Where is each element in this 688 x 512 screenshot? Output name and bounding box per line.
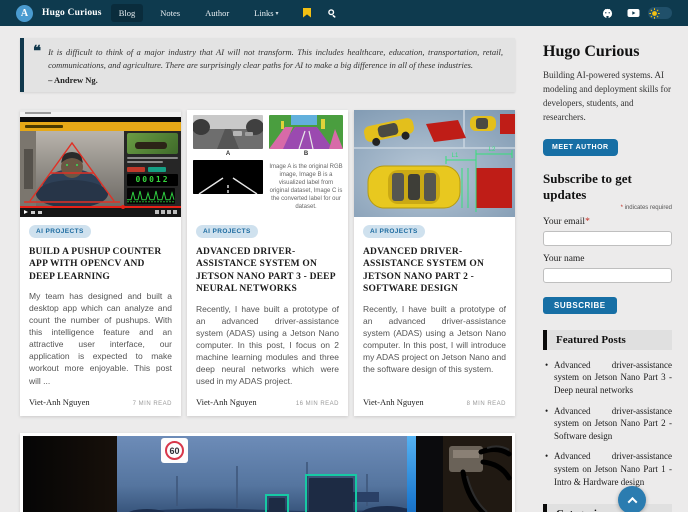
categories-heading: Categories — [543, 504, 672, 512]
nav-links-label: Links — [254, 8, 274, 18]
post-thumbnail-car-sim[interactable]: L1 L2 — [354, 109, 515, 217]
post-excerpt: Recently, I have built a prototype of an… — [363, 303, 506, 374]
quote-text: It is difficult to think of a major indu… — [48, 47, 503, 70]
site-logo[interactable]: A — [16, 4, 33, 22]
webcam-feed — [20, 130, 124, 209]
chevron-down-icon: ▾ — [275, 11, 279, 17]
featured-post-link[interactable]: Advanced driver-assistance system on Jet… — [545, 405, 672, 443]
email-label: Your email* — [543, 216, 590, 227]
led-light-strip — [407, 436, 416, 512]
quote-icon: ❝ — [33, 44, 42, 60]
post-title[interactable]: BUILD A PUSHUP COUNTER APP WITH OPENCV A… — [29, 246, 172, 284]
search-icon[interactable] — [327, 8, 337, 18]
sidebar-description: Building AI-powered systems. AI modeling… — [543, 70, 671, 122]
email-field[interactable] — [543, 230, 672, 246]
featured-posts-heading: Featured Posts — [543, 329, 672, 350]
read-time: 7 MIN READ — [132, 401, 172, 408]
top-navbar: A Hugo Curious Blog Notes Author Links ▾ — [0, 0, 688, 26]
post-thumbnail-dataset[interactable]: A B Image A is the original RGB image, I… — [187, 109, 348, 217]
sidebar: Hugo Curious Building AI-powered systems… — [543, 38, 672, 512]
theme-toggle[interactable] — [648, 7, 672, 19]
player-settings-icons[interactable] — [155, 210, 177, 214]
category-tag[interactable]: AI PROJECTS — [196, 224, 258, 238]
detection-box-car — [265, 494, 289, 512]
post-author: Viet-Anh Nguyen — [363, 397, 424, 408]
traffic-screen: 60 — [117, 436, 410, 512]
rgb-image — [193, 114, 263, 149]
sidebar-site-title: Hugo Curious — [543, 43, 640, 60]
featured-posts-list: Advanced driver-assistance system on Jet… — [545, 359, 672, 488]
speed-limit-value: 60 — [169, 445, 180, 456]
volume-icon[interactable] — [38, 210, 42, 214]
detection-box-truck — [305, 474, 357, 512]
post-excerpt: My team has designed and built a desktop… — [29, 291, 172, 386]
post-author: Viet-Anh Nguyen — [29, 397, 90, 408]
monitor-bezel — [23, 436, 117, 512]
post-thumbnail-traffic[interactable]: 60 — [23, 436, 512, 512]
post-title[interactable]: ADVANCED DRIVER-ASSISTANCE SYSTEM ON JET… — [363, 246, 506, 296]
post-grid: 00012 AI PROJECTS BUILD A PUSHUP COUNTER… — [20, 109, 515, 417]
quote-block: ❝ It is difficult to think of a major in… — [20, 38, 515, 92]
post-excerpt: Recently, I have built a prototype of an… — [196, 303, 339, 386]
nav-item-links[interactable]: Links ▾ — [246, 4, 286, 22]
car-simulation-render: L1 L2 — [354, 109, 515, 217]
scroll-to-top-button[interactable] — [618, 486, 646, 512]
dataset-quadrants: A B Image A is the original RGB image, I… — [187, 109, 348, 217]
post-title[interactable]: ADVANCED DRIVER-ASSISTANCE SYSTEM ON JET… — [196, 246, 339, 296]
play-icon[interactable] — [24, 210, 28, 214]
speed-limit-sign: 60 — [161, 438, 188, 464]
pushup-counter-display: 00012 — [127, 173, 178, 186]
category-tag[interactable]: AI PROJECTS — [29, 224, 91, 238]
pushup-app-window: 00012 — [20, 109, 181, 217]
name-field[interactable] — [543, 267, 672, 283]
youtube-icon[interactable] — [627, 8, 640, 18]
meet-author-button[interactable]: MEET AUTHOR — [543, 138, 618, 156]
app-title-banner — [20, 121, 181, 131]
chevron-up-icon — [627, 496, 637, 507]
converted-label-image — [193, 159, 263, 194]
image-b-label: B — [303, 150, 309, 157]
main-column: ❝ It is difficult to think of a major in… — [20, 38, 515, 512]
jetson-hardware — [443, 436, 512, 512]
nav-item-author[interactable]: Author — [197, 4, 237, 22]
featured-post-link[interactable]: Advanced driver-assistance system on Jet… — [545, 359, 672, 397]
instruction-image — [127, 132, 178, 155]
subscribe-button[interactable]: SUBSCRIBE — [543, 296, 617, 314]
featured-post-link[interactable]: Advanced driver-assistance system on Jet… — [545, 450, 672, 488]
read-time: 8 MIN READ — [466, 401, 506, 408]
required-note: * indicates required — [620, 204, 672, 211]
video-progress-bar[interactable] — [20, 204, 181, 209]
post-thumbnail-pushup-video[interactable]: 00012 — [20, 109, 181, 217]
post-card-pushup: 00012 AI PROJECTS BUILD A PUSHUP COUNTER… — [20, 109, 181, 417]
nav-item-blog[interactable]: Blog — [110, 4, 144, 22]
post-card-adas-part2: L1 L2 AI PROJECTS ADVANCED DRIVER-ASSIST… — [354, 109, 515, 417]
post-card-traffic: 60 — [20, 433, 515, 512]
name-label: Your name — [543, 253, 585, 264]
post-card-adas-part3: A B Image A is the original RGB image, I… — [187, 109, 348, 417]
dataset-caption: Image A is the original RGB image, Image… — [269, 163, 343, 210]
category-tag[interactable]: AI PROJECTS — [363, 224, 425, 238]
next-icon[interactable] — [31, 210, 35, 214]
read-time: 16 MIN READ — [295, 401, 339, 408]
video-player-bar[interactable] — [20, 204, 181, 217]
post-author: Viet-Anh Nguyen — [196, 397, 257, 408]
sun-icon — [649, 7, 660, 19]
signal-waveform — [127, 187, 175, 204]
dim-label-l1: L1 — [452, 153, 459, 159]
segmentation-image — [269, 114, 343, 149]
subscribe-heading: Subscribe to get updates — [543, 170, 632, 202]
logo-letter: A — [20, 7, 29, 19]
quote-author: – Andrew Ng. — [48, 74, 98, 85]
image-a-label: A — [225, 150, 231, 157]
bookmark-icon[interactable] — [302, 8, 312, 18]
nav-item-notes[interactable]: Notes — [152, 4, 188, 22]
app-side-panel: 00012 — [124, 130, 181, 206]
dim-label-l2: L2 — [489, 147, 496, 153]
github-icon[interactable] — [602, 8, 613, 19]
brand-title[interactable]: Hugo Curious — [42, 8, 102, 18]
